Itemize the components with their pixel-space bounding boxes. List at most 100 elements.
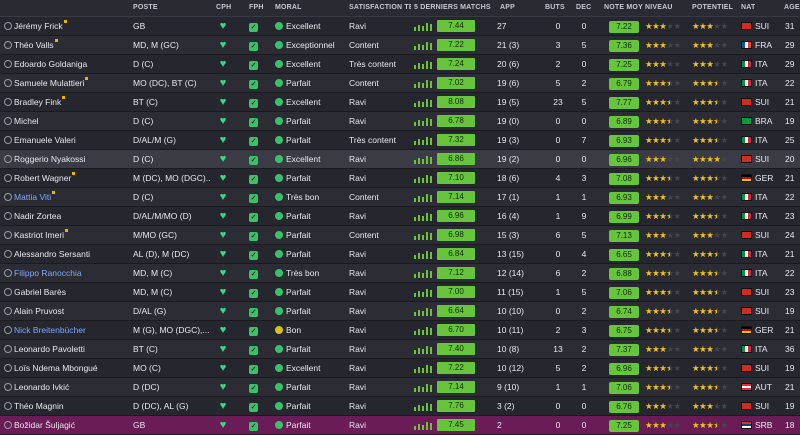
player-nationality: BRA (741, 112, 777, 130)
player-appearances: 10 (12) (497, 363, 524, 373)
player-name[interactable]: Samuele Mulattieri (14, 74, 126, 92)
table-row[interactable]: Robert Wagner M (DC), MO (DGC)... ♥ ✓ Pa… (0, 169, 800, 188)
player-assists: 0 (581, 21, 587, 31)
player-name[interactable]: Gabriel Barès (14, 283, 126, 301)
last-five-matches: 6.64 (414, 302, 494, 320)
player-appearances: 15 (3) (497, 230, 520, 240)
last-five-matches: 6.84 (414, 245, 494, 263)
table-row[interactable]: Nick Breitenbücher M (G), MO (DGC),... ♥… (0, 321, 800, 340)
table-row[interactable]: Roggerio Nyakossi D (C) ♥ ✓ Excellent Ra… (0, 150, 800, 169)
potential-ability-stars: ★★★★★★★★★★ (692, 97, 728, 107)
header-buts[interactable]: BUTS (545, 4, 565, 11)
nation-flag-icon (741, 21, 752, 30)
player-moral: Parfait (275, 378, 345, 396)
player-name[interactable]: Nadir Zortea (14, 207, 126, 225)
moral-status-icon (275, 21, 283, 30)
table-row[interactable]: Edoardo Goldaniga D (C) ♥ ✓ Excellent Tr… (0, 55, 800, 74)
table-row[interactable]: Alessandro Sersanti AL (D), M (DC) ♥ ✓ P… (0, 245, 800, 264)
player-avatar-icon (4, 226, 12, 244)
player-name[interactable]: Jérémy Frick (14, 17, 126, 35)
current-ability-stars: ★★★★★★★★★★ (645, 287, 681, 297)
table-row[interactable]: Leonardo Ivkić D (DC) ♥ ✓ Parfait Ravi 7… (0, 378, 800, 397)
header-satisfaction[interactable]: SATISFACTION TEM... (349, 4, 411, 11)
moral-status-icon (275, 306, 283, 315)
check-icon: ✓ (249, 327, 258, 336)
header-app[interactable]: APP (500, 4, 515, 11)
player-name[interactable]: Bradley Fink (14, 93, 126, 111)
header-potentiel[interactable]: POTENTIEL (692, 4, 733, 11)
table-row[interactable]: Filippo Ranocchia MD, M (C) ♥ ✓ Très bon… (0, 264, 800, 283)
header-moral[interactable]: MORAL (275, 4, 302, 11)
player-name[interactable]: Alessandro Sersanti (14, 245, 126, 263)
check-icon: ✓ (249, 384, 258, 393)
table-row[interactable]: Nadir Zortea D/AL/M/MO (D) ♥ ✓ Parfait R… (0, 207, 800, 226)
player-avatar-icon (4, 302, 12, 320)
player-average-rating: 7.25 (606, 55, 642, 73)
check-icon: ✓ (249, 80, 258, 89)
player-satisfaction: Ravi (349, 344, 367, 354)
player-name[interactable]: Michel (14, 112, 126, 130)
header-last-five-matches[interactable]: 5 DERNIERS MATCHS (414, 4, 491, 11)
player-goals: 4 (555, 173, 561, 183)
player-assists: 2 (581, 78, 587, 88)
last-five-matches: 7.22 (414, 36, 494, 54)
player-name[interactable]: Emanuele Valeri (14, 131, 126, 149)
player-name[interactable]: Théo Valls (14, 36, 126, 54)
nation-flag-icon (741, 325, 752, 334)
table-row[interactable]: Michel D (C) ♥ ✓ Parfait Ravi 6.78 19 (0… (0, 112, 800, 131)
table-row[interactable]: Mattia Viti D (C) ♥ ✓ Très bon Content 7… (0, 188, 800, 207)
table-row[interactable]: Samuele Mulattieri MO (DC), BT (C) ♥ ✓ P… (0, 74, 800, 93)
player-name[interactable]: Alain Pruvost (14, 302, 126, 320)
star-player-marker-icon (62, 96, 66, 99)
player-name[interactable]: Loïs Ndema Mbongué (14, 359, 126, 377)
header-niveau[interactable]: NIVEAU (645, 4, 673, 11)
player-name[interactable]: Božidar Šuljagić (14, 416, 126, 434)
moral-status-icon (275, 154, 283, 163)
table-row[interactable]: Jérémy Frick GB ♥ ✓ Excellent Ravi 7.44 … (0, 17, 800, 36)
player-position: D/AL/M (G) (133, 135, 176, 145)
moral-status-icon (275, 230, 283, 239)
player-name[interactable]: Filippo Ranocchia (14, 264, 126, 282)
player-name[interactable]: Leonardo Pavoletti (14, 340, 126, 358)
table-row[interactable]: Loïs Ndema Mbongué MO (C) ♥ ✓ Excellent … (0, 359, 800, 378)
header-note-moy[interactable]: NOTE MOY (604, 4, 643, 11)
moral-status-icon (275, 59, 283, 68)
heart-icon: ♥ (219, 381, 227, 393)
table-row[interactable]: Leonardo Pavoletti BT (C) ♥ ✓ Parfait Ra… (0, 340, 800, 359)
table-row[interactable]: Emanuele Valeri D/AL/M (G) ♥ ✓ Parfait T… (0, 131, 800, 150)
form-bars-icon (414, 193, 436, 202)
header-age[interactable]: ÂGE (784, 4, 800, 11)
header-poste[interactable]: POSTE (133, 4, 158, 11)
player-goals: 0 (555, 249, 561, 259)
player-goals: 23 (553, 97, 563, 107)
player-name[interactable]: Kastriot Imeri (14, 226, 126, 244)
player-position: MD, M (C) (133, 268, 173, 278)
table-row[interactable]: Gabriel Barès MD, M (C) ♥ ✓ Parfait Ravi… (0, 283, 800, 302)
player-moral: Parfait (275, 207, 345, 225)
header-cph[interactable]: CPH (216, 4, 231, 11)
potential-ability-stars: ★★★★★★★★★★ (692, 344, 728, 354)
player-moral: Excellent (275, 93, 345, 111)
player-name[interactable]: Leonardo Ivkić (14, 378, 126, 396)
player-name[interactable]: Nick Breitenbücher (14, 321, 126, 339)
player-name[interactable]: Mattia Viti (14, 188, 126, 206)
player-average-rating: 7.08 (606, 169, 642, 187)
player-name[interactable]: Robert Wagner (14, 169, 126, 187)
player-goals: 0 (555, 21, 561, 31)
header-nat[interactable]: NAT (741, 4, 755, 11)
player-average-rating: 6.96 (606, 359, 642, 377)
table-row[interactable]: Božidar Šuljagić GB ♥ ✓ Parfait Ravi 7.4… (0, 416, 800, 435)
player-name[interactable]: Roggerio Nyakossi (14, 150, 126, 168)
star-player-marker-icon (72, 172, 76, 175)
check-icon: ✓ (249, 99, 258, 108)
table-row[interactable]: Théo Valls MD, M (GC) ♥ ✓ Exceptionnel C… (0, 36, 800, 55)
table-row[interactable]: Bradley Fink BT (C) ♥ ✓ Excellent Ravi 8… (0, 93, 800, 112)
header-fph[interactable]: FPH (249, 4, 264, 11)
header-dec[interactable]: DÉC (576, 4, 591, 11)
table-row[interactable]: Alain Pruvost D/AL (G) ♥ ✓ Parfait Ravi … (0, 302, 800, 321)
player-moral: Parfait (275, 416, 345, 434)
table-row[interactable]: Kastriot Imeri M/MO (GC) ♥ ✓ Parfait Con… (0, 226, 800, 245)
player-appearances: 16 (4) (497, 211, 520, 221)
player-position: GB (133, 420, 146, 430)
player-name[interactable]: Edoardo Goldaniga (14, 55, 126, 73)
